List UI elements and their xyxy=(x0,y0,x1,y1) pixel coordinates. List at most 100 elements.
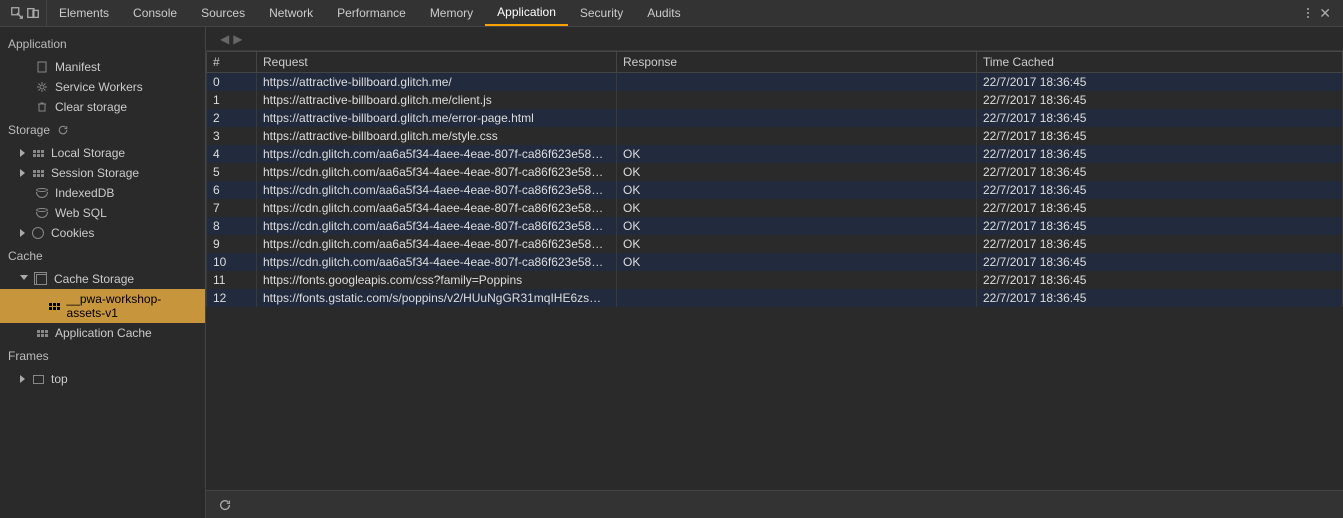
table-row[interactable]: 5https://cdn.glitch.com/aa6a5f34-4aee-4e… xyxy=(207,163,1343,181)
sidebar-item-session-storage[interactable]: Session Storage xyxy=(0,163,205,183)
sidebar-item-indexeddb[interactable]: IndexedDB xyxy=(0,183,205,203)
group-frames: Frames xyxy=(0,343,205,369)
grid-icon xyxy=(35,327,49,339)
frame-icon xyxy=(31,373,45,385)
cell-req: https://cdn.glitch.com/aa6a5f34-4aee-4ea… xyxy=(257,181,617,199)
cell-idx: 4 xyxy=(207,145,257,163)
col-request[interactable]: Request xyxy=(257,52,617,73)
disclosure-triangle-icon[interactable] xyxy=(20,275,28,284)
status-bar xyxy=(206,490,1343,518)
tab-network[interactable]: Network xyxy=(257,0,325,26)
disclosure-triangle-icon[interactable] xyxy=(20,169,25,177)
cell-resp xyxy=(617,127,977,145)
grid-icon xyxy=(31,167,45,179)
cell-req: https://cdn.glitch.com/aa6a5f34-4aee-4ea… xyxy=(257,235,617,253)
cell-idx: 0 xyxy=(207,73,257,92)
sidebar-item-top[interactable]: top xyxy=(0,369,205,389)
cell-req: https://attractive-billboard.glitch.me/c… xyxy=(257,91,617,109)
doc-icon xyxy=(35,61,49,73)
sidebar-item--pwa-workshop-assets-v1[interactable]: __pwa-workshop-assets-v1 xyxy=(0,289,205,323)
tab-application[interactable]: Application xyxy=(485,0,568,26)
cell-idx: 2 xyxy=(207,109,257,127)
cell-time: 22/7/2017 18:36:45 xyxy=(977,145,1343,163)
cell-resp: OK xyxy=(617,181,977,199)
cell-idx: 8 xyxy=(207,217,257,235)
panel-tabs: ElementsConsoleSourcesNetworkPerformance… xyxy=(47,0,693,26)
cell-time: 22/7/2017 18:36:45 xyxy=(977,163,1343,181)
col-time-cached[interactable]: Time Cached xyxy=(977,52,1343,73)
cache-table: # Request Response Time Cached 0https://… xyxy=(206,51,1343,307)
sidebar-item-web-sql[interactable]: Web SQL xyxy=(0,203,205,223)
cell-req: https://attractive-billboard.glitch.me/ xyxy=(257,73,617,92)
disclosure-triangle-icon[interactable] xyxy=(20,149,25,157)
nav-forward-icon[interactable]: ▶ xyxy=(233,32,242,46)
sidebar-item-cookies[interactable]: Cookies xyxy=(0,223,205,243)
tab-security[interactable]: Security xyxy=(568,0,635,26)
cell-time: 22/7/2017 18:36:45 xyxy=(977,217,1343,235)
cell-time: 22/7/2017 18:36:45 xyxy=(977,127,1343,145)
col-index[interactable]: # xyxy=(207,52,257,73)
sidebar-item-label: IndexedDB xyxy=(55,186,114,200)
tab-audits[interactable]: Audits xyxy=(635,0,692,26)
table-row[interactable]: 0https://attractive-billboard.glitch.me/… xyxy=(207,73,1343,92)
cell-time: 22/7/2017 18:36:45 xyxy=(977,253,1343,271)
db-icon xyxy=(35,207,49,219)
sidebar-item-cache-storage[interactable]: Cache Storage xyxy=(0,269,205,289)
disclosure-triangle-icon[interactable] xyxy=(20,229,25,237)
table-row[interactable]: 11https://fonts.googleapis.com/css?famil… xyxy=(207,271,1343,289)
cell-idx: 6 xyxy=(207,181,257,199)
tab-sources[interactable]: Sources xyxy=(189,0,257,26)
sidebar-item-clear-storage[interactable]: Clear storage xyxy=(0,97,205,117)
close-icon[interactable]: ✕ xyxy=(1319,5,1331,22)
cell-req: https://cdn.glitch.com/aa6a5f34-4aee-4ea… xyxy=(257,217,617,235)
tab-console[interactable]: Console xyxy=(121,0,189,26)
table-row[interactable]: 3https://attractive-billboard.glitch.me/… xyxy=(207,127,1343,145)
table-row[interactable]: 2https://attractive-billboard.glitch.me/… xyxy=(207,109,1343,127)
table-row[interactable]: 6https://cdn.glitch.com/aa6a5f34-4aee-4e… xyxy=(207,181,1343,199)
refresh-icon[interactable] xyxy=(218,499,232,511)
tab-elements[interactable]: Elements xyxy=(47,0,121,26)
cell-resp xyxy=(617,91,977,109)
cell-time: 22/7/2017 18:36:45 xyxy=(977,271,1343,289)
cell-resp: OK xyxy=(617,163,977,181)
table-row[interactable]: 1https://attractive-billboard.glitch.me/… xyxy=(207,91,1343,109)
sidebar-item-local-storage[interactable]: Local Storage xyxy=(0,143,205,163)
sidebar-item-label: Cookies xyxy=(51,226,94,240)
sidebar-item-service-workers[interactable]: Service Workers xyxy=(0,77,205,97)
cell-idx: 7 xyxy=(207,199,257,217)
kebab-menu-icon[interactable] xyxy=(1307,8,1309,18)
table-row[interactable]: 12https://fonts.gstatic.com/s/poppins/v2… xyxy=(207,289,1343,307)
cell-req: https://cdn.glitch.com/aa6a5f34-4aee-4ea… xyxy=(257,145,617,163)
cell-idx: 1 xyxy=(207,91,257,109)
nav-back-icon[interactable]: ◀ xyxy=(220,32,229,46)
cell-resp: OK xyxy=(617,199,977,217)
cell-idx: 5 xyxy=(207,163,257,181)
cell-idx: 11 xyxy=(207,271,257,289)
cell-resp: OK xyxy=(617,235,977,253)
inspect-icon[interactable] xyxy=(10,7,24,19)
cell-req: https://cdn.glitch.com/aa6a5f34-4aee-4ea… xyxy=(257,199,617,217)
cell-time: 22/7/2017 18:36:45 xyxy=(977,181,1343,199)
grid-icon xyxy=(31,147,45,159)
cell-time: 22/7/2017 18:36:45 xyxy=(977,235,1343,253)
sidebar-item-manifest[interactable]: Manifest xyxy=(0,57,205,77)
cell-resp: OK xyxy=(617,145,977,163)
table-row[interactable]: 10https://cdn.glitch.com/aa6a5f34-4aee-4… xyxy=(207,253,1343,271)
cell-req: https://cdn.glitch.com/aa6a5f34-4aee-4ea… xyxy=(257,163,617,181)
table-header-row: # Request Response Time Cached xyxy=(207,52,1343,73)
table-row[interactable]: 9https://cdn.glitch.com/aa6a5f34-4aee-4e… xyxy=(207,235,1343,253)
cell-req: https://attractive-billboard.glitch.me/e… xyxy=(257,109,617,127)
tab-performance[interactable]: Performance xyxy=(325,0,418,26)
trash-icon xyxy=(35,101,49,113)
cell-resp xyxy=(617,289,977,307)
col-response[interactable]: Response xyxy=(617,52,977,73)
table-row[interactable]: 4https://cdn.glitch.com/aa6a5f34-4aee-4e… xyxy=(207,145,1343,163)
table-row[interactable]: 8https://cdn.glitch.com/aa6a5f34-4aee-4e… xyxy=(207,217,1343,235)
disclosure-triangle-icon[interactable] xyxy=(20,375,25,383)
device-toggle-icon[interactable] xyxy=(26,7,40,19)
grid-icon xyxy=(48,300,61,312)
table-row[interactable]: 7https://cdn.glitch.com/aa6a5f34-4aee-4e… xyxy=(207,199,1343,217)
sidebar-item-application-cache[interactable]: Application Cache xyxy=(0,323,205,343)
tab-memory[interactable]: Memory xyxy=(418,0,485,26)
content: ◀ ▶ # Request Response Time Cached 0http… xyxy=(206,27,1343,518)
